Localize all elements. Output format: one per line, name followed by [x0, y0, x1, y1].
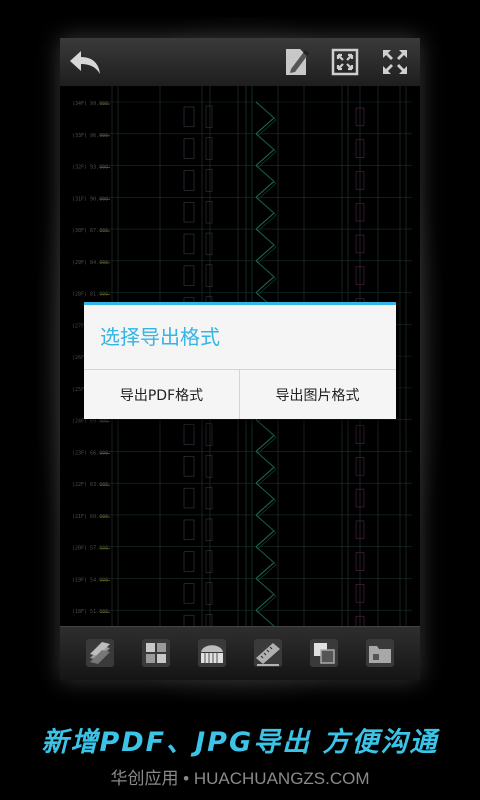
layers-icon	[86, 639, 114, 667]
top-toolbar	[60, 38, 420, 86]
footer-brand: 华创应用 • HUACHUANGZS.COM	[110, 769, 370, 788]
piano-icon	[198, 639, 226, 667]
folder-button[interactable]	[364, 637, 396, 669]
measure-icon	[254, 639, 282, 667]
export-pdf-button[interactable]: 导出PDF格式	[84, 370, 240, 419]
bottom-toolbar	[60, 626, 420, 680]
piano-button[interactable]	[196, 637, 228, 669]
export-format-dialog: 选择导出格式 导出PDF格式 导出图片格式	[84, 302, 396, 419]
edit-document-icon	[286, 49, 309, 75]
fullscreen-button[interactable]	[376, 44, 414, 80]
back-button[interactable]	[66, 44, 104, 80]
copy-icon	[310, 639, 338, 667]
phone-screen: (34F) 99.000 (33F) 96.000 (32F) 93.000 (31F…	[60, 38, 420, 680]
fit-screen-icon	[331, 48, 359, 76]
edit-button[interactable]	[278, 44, 316, 80]
fullscreen-icon	[383, 50, 407, 74]
export-image-button[interactable]: 导出图片格式	[240, 370, 395, 419]
folder-icon	[366, 639, 394, 667]
back-arrow-icon	[70, 51, 100, 74]
fit-screen-button[interactable]	[326, 44, 364, 80]
layout-icon	[142, 639, 170, 667]
copy-button[interactable]	[308, 637, 340, 669]
measure-button[interactable]	[252, 637, 284, 669]
promo-caption: 新增PDF、JPG导出 方便沟通	[41, 727, 439, 758]
dialog-title: 选择导出格式	[100, 325, 220, 349]
layers-button[interactable]	[84, 637, 116, 669]
layout-button[interactable]	[140, 637, 172, 669]
